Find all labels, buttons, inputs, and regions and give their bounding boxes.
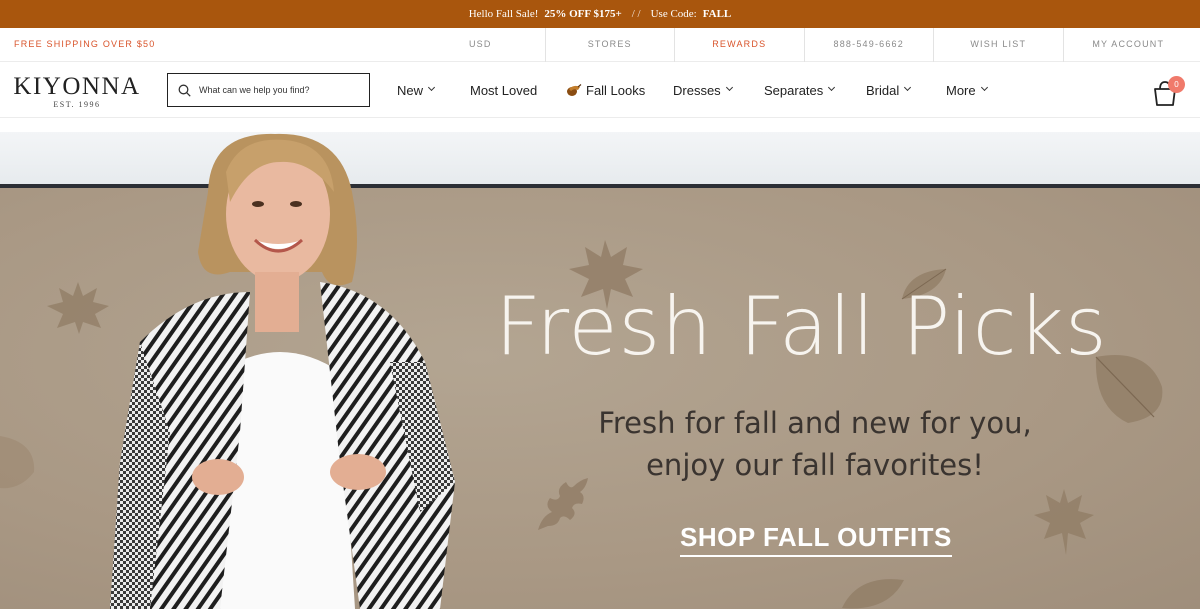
my-account-link[interactable]: MY ACCOUNT: [1064, 28, 1194, 62]
nav-item-label: Separates: [764, 82, 824, 98]
utility-links: USD STORES REWARDS 888-549-6662 WISH LIS…: [416, 28, 1193, 62]
promo-separator: / /: [631, 8, 641, 20]
nav-item-bridal[interactable]: Bridal: [866, 62, 912, 118]
model-photo: [110, 133, 455, 609]
phone-link[interactable]: 888-549-6662: [805, 28, 934, 62]
nav-item-label: Most Loved: [470, 82, 538, 98]
rewards-link[interactable]: REWARDS: [675, 28, 805, 62]
hero-title: Fresh Fall Picks: [495, 280, 1108, 373]
nav-item-label: Bridal: [866, 82, 900, 98]
search-input[interactable]: [199, 85, 359, 95]
promo-hello: Hello Fall Sale!: [468, 8, 539, 20]
currency-selector[interactable]: USD: [416, 28, 546, 62]
logo-name: KIYONNA: [13, 73, 141, 100]
cart-button[interactable]: 0: [1150, 74, 1190, 110]
chevron-down-icon: [427, 83, 436, 91]
nav-item-label: Fall Looks: [586, 82, 646, 98]
leaf-icon: [842, 579, 904, 609]
chevron-down-icon: [904, 83, 912, 91]
stores-link[interactable]: STORES: [546, 28, 675, 62]
nav-item-more[interactable]: More: [946, 62, 988, 118]
chevron-down-icon: [725, 83, 733, 91]
logo[interactable]: KIYONNA EST. 1996: [12, 73, 142, 110]
promo-code-label: Use Code:: [650, 8, 697, 20]
nav-item-label: New: [397, 82, 424, 98]
chevron-down-icon: [980, 83, 988, 91]
shop-fall-outfits-link[interactable]: SHOP FALL OUTFITS: [680, 522, 952, 557]
free-shipping-notice: FREE SHIPPING OVER $50: [14, 39, 156, 49]
hero-subtitle-line: enjoy our fall favorites!: [646, 448, 984, 482]
promo-offer: 25% OFF $175+: [544, 8, 622, 20]
nav-item-new[interactable]: New: [397, 62, 436, 118]
search-icon: [178, 84, 191, 97]
nav-item-dresses[interactable]: Dresses: [673, 62, 733, 118]
nav-item-most-loved[interactable]: Most Loved: [470, 62, 537, 118]
wish-list-link[interactable]: WISH LIST: [934, 28, 1064, 62]
cart-count-badge: 0: [1168, 76, 1185, 93]
nav-item-fall-looks[interactable]: Fall Looks: [566, 62, 645, 118]
promo-bar: Hello Fall Sale! 25% OFF $175+ / / Use C…: [0, 0, 1200, 28]
nav-item-separates[interactable]: Separates: [764, 62, 836, 118]
acorn-icon: [567, 84, 582, 96]
logo-est: EST. 1996: [53, 100, 101, 109]
maple-leaf-icon: [1034, 489, 1094, 555]
chevron-down-icon: [828, 83, 836, 91]
leaf-icon: [0, 436, 35, 489]
utility-bar: FREE SHIPPING OVER $50 USD STORES REWARD…: [0, 28, 1200, 62]
main-nav: KIYONNA EST. 1996 New Most Loved Fall Lo…: [0, 62, 1200, 118]
nav-item-label: Dresses: [673, 82, 721, 98]
search-box[interactable]: [167, 73, 370, 107]
nav-item-label: More: [946, 82, 976, 98]
promo-code: FALL: [702, 8, 732, 20]
hero-subtitle: Fresh for fall and new for you, enjoy ou…: [560, 402, 1070, 486]
hero-banner[interactable]: Fresh Fall Picks Fresh for fall and new …: [0, 132, 1200, 609]
hero-subtitle-line: Fresh for fall and new for you,: [598, 406, 1032, 440]
